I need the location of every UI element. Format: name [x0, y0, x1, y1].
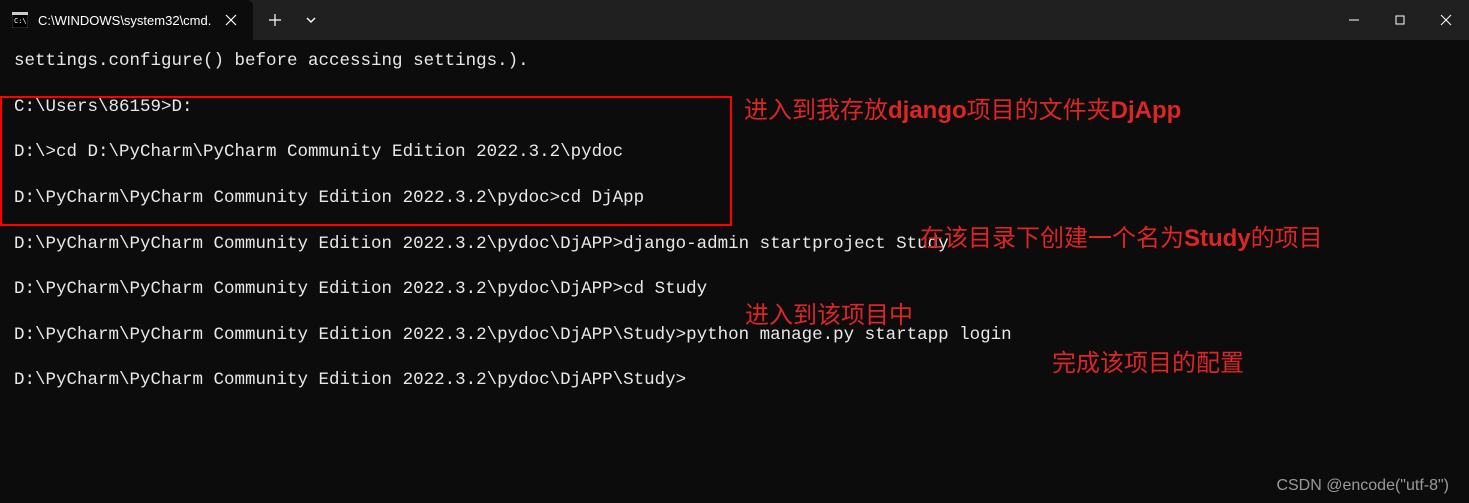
cmd-icon: C:\ — [12, 12, 28, 28]
terminal-tab[interactable]: C:\ C:\WINDOWS\system32\cmd. — [0, 0, 253, 40]
window-controls — [1331, 0, 1469, 40]
close-window-button[interactable] — [1423, 0, 1469, 40]
terminal-line: D:\PyCharm\PyCharm Community Edition 202… — [14, 187, 1455, 211]
terminal-line: D:\PyCharm\PyCharm Community Edition 202… — [14, 278, 1455, 302]
close-tab-icon[interactable] — [221, 10, 241, 30]
terminal-line: settings.configure() before accessing se… — [14, 50, 1455, 74]
tab-title: C:\WINDOWS\system32\cmd. — [38, 13, 211, 28]
annotation-3: 进入到该项目中 — [745, 295, 913, 330]
titlebar: C:\ C:\WINDOWS\system32\cmd. — [0, 0, 1469, 40]
terminal-line: D:\>cd D:\PyCharm\PyCharm Community Edit… — [14, 141, 1455, 165]
annotation-4: 完成该项目的配置 — [1052, 343, 1244, 378]
annotation-2: 在该目录下创建一个名为Study的项目 — [920, 218, 1323, 253]
maximize-button[interactable] — [1377, 0, 1423, 40]
tab-dropdown-button[interactable] — [293, 2, 329, 38]
terminal-line: C:\Users\86159>D: — [14, 96, 1455, 120]
svg-text:C:\: C:\ — [14, 17, 27, 25]
minimize-button[interactable] — [1331, 0, 1377, 40]
watermark: CSDN @encode("utf-8") — [1276, 477, 1449, 495]
annotation-1: 进入到我存放django项目的文件夹DjApp — [744, 90, 1181, 125]
new-tab-button[interactable] — [257, 2, 293, 38]
